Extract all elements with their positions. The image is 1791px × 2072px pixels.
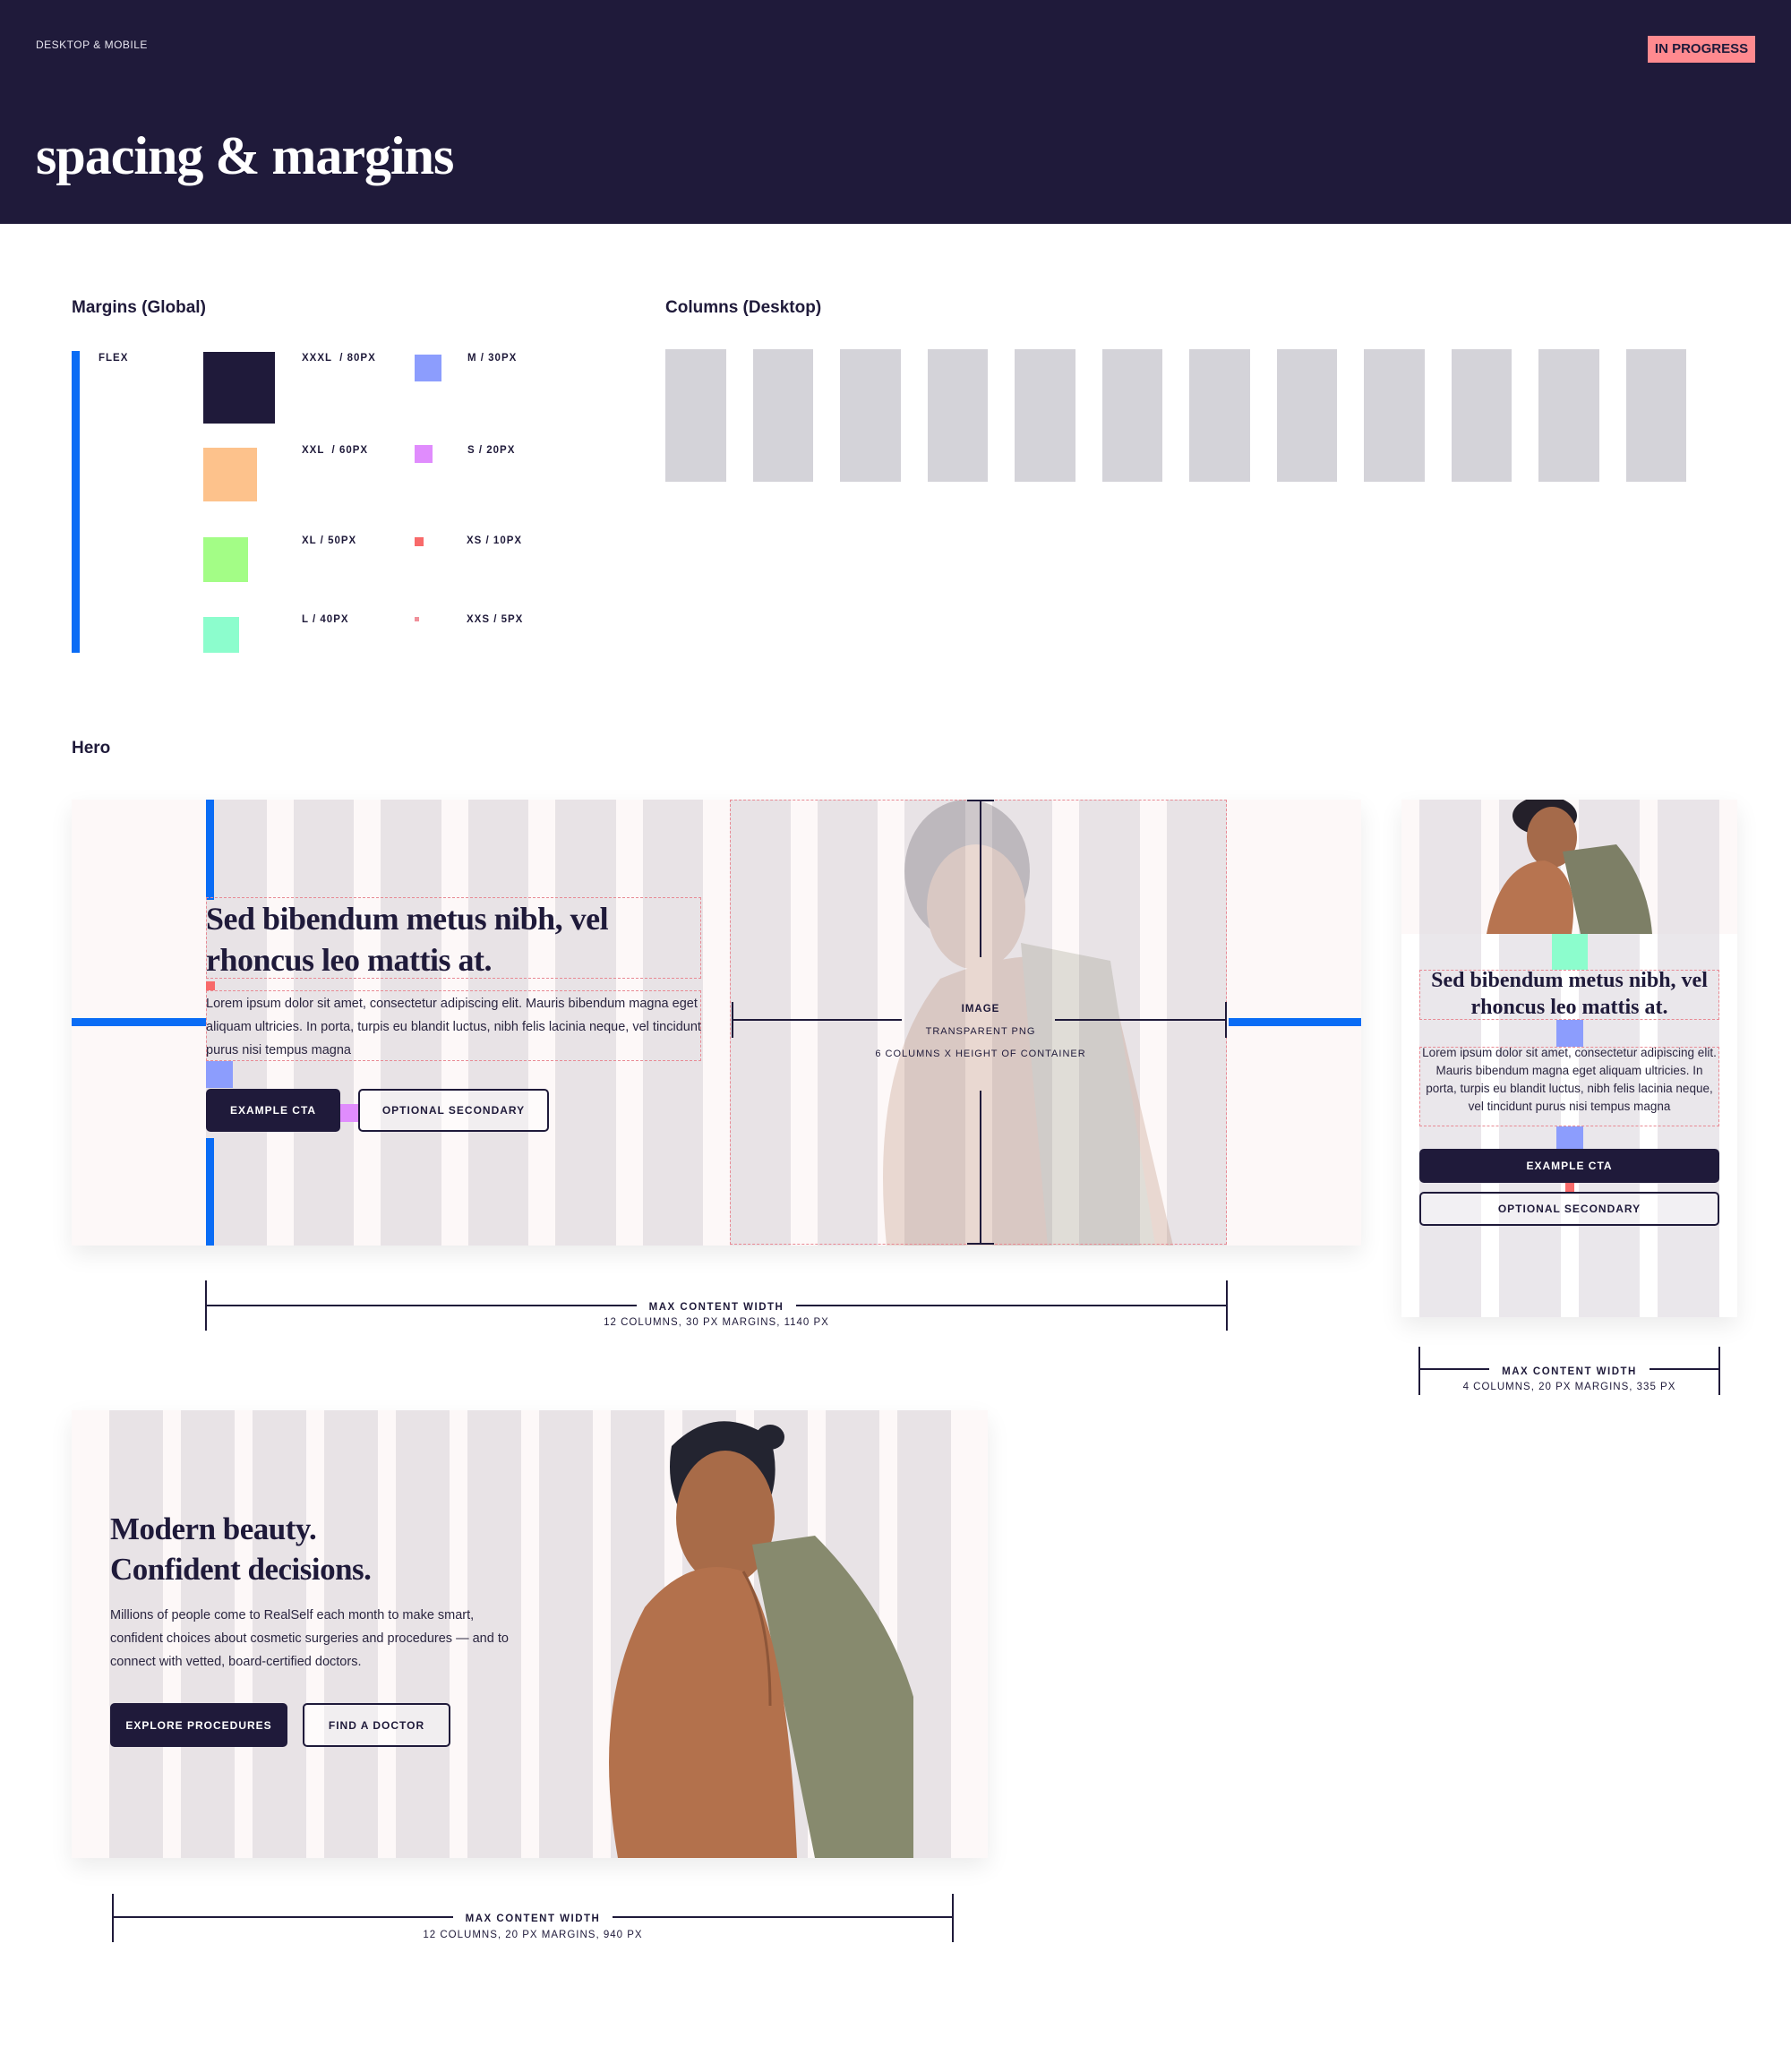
columns-section-title: Columns (Desktop) (665, 298, 822, 317)
spacer-m (206, 1061, 233, 1088)
swatch-7 (415, 617, 419, 621)
grid-column (1276, 349, 1337, 482)
page-header: DESKTOP & MOBILE IN PROGRESS spacing & m… (0, 0, 1791, 224)
image-type: TRANSPARENT PNG (925, 1026, 1036, 1037)
measure-cap-right (1225, 1002, 1227, 1038)
grid-column (1015, 349, 1075, 482)
grid-column (752, 349, 813, 482)
mobile-example-cta-button[interactable]: EXAMPLE CTA (1419, 1149, 1719, 1183)
grid-column (539, 1410, 593, 1858)
eyebrow-label: DESKTOP & MOBILE (36, 39, 148, 51)
desktop-body: Lorem ipsum dolor sit amet, consectetur … (206, 997, 701, 1057)
measure-vertical-bottom (980, 1091, 981, 1245)
swatch-label: L / 40PX (302, 614, 349, 625)
flex-horizontal-left (72, 1018, 206, 1026)
swatch-1 (203, 448, 257, 501)
example-headline-line-1: Modern beauty. (110, 1511, 317, 1546)
mobile-hero-image-woman (1487, 800, 1652, 934)
swatch-0 (203, 352, 275, 424)
flex-horizontal-right (1229, 1018, 1361, 1026)
example-body: Millions of people come to RealSelf each… (110, 1608, 509, 1669)
swatch-label: XXXL / 80PX (302, 353, 376, 364)
example-hero-image-woman (609, 1421, 913, 1858)
flex-vertical-bottom (206, 1138, 214, 1246)
hero-section-title: Hero (72, 739, 111, 758)
grid-column (665, 349, 726, 482)
measure-horizontal-left (732, 1019, 902, 1021)
mobile-body: Lorem ipsum dolor sit amet, consectetur … (1422, 1046, 1717, 1113)
desktop-max-width-measure: MAX CONTENT WIDTH 12 COLUMNS, 30 PX MARG… (205, 1280, 1228, 1331)
spacer-m-2 (1556, 1126, 1583, 1149)
desktop-headline: Sed bibendum metus nibh, vel rhoncus leo… (206, 901, 609, 978)
measure-cap-left (732, 1002, 733, 1038)
image-guide (730, 800, 1227, 1245)
swatch-label: XXS / 5PX (467, 614, 524, 625)
margins-section-title: Margins (Global) (72, 298, 206, 317)
measure-title: MAX CONTENT WIDTH (636, 1302, 797, 1313)
example-max-width-measure: MAX CONTENT WIDTH 12 COLUMNS, 20 PX MARG… (112, 1894, 954, 1942)
explore-procedures-button[interactable]: EXPLORE PROCEDURES (110, 1703, 287, 1747)
measure-title: MAX CONTENT WIDTH (1489, 1366, 1650, 1377)
measure-cap-top (967, 800, 994, 801)
spacer-xs (1565, 1183, 1574, 1192)
swatch-label: S / 20PX (467, 445, 516, 456)
flex-label: FLEX (99, 353, 129, 364)
grid-column (1364, 349, 1425, 482)
swatch-2 (203, 537, 248, 582)
measure-vertical-top (980, 800, 981, 957)
measure-subtitle: 12 COLUMNS, 30 PX MARGINS, 1140 PX (604, 1317, 829, 1328)
measure-cap-bottom (967, 1243, 994, 1245)
spacer-l (1552, 934, 1588, 970)
page-title: spacing & margins (36, 126, 454, 185)
example-cta-button[interactable]: EXAMPLE CTA (206, 1089, 340, 1132)
swatch-3 (203, 617, 239, 653)
image-label: IMAGE (961, 1004, 1000, 1015)
spacer-xs (206, 981, 215, 990)
optional-secondary-button[interactable]: OPTIONAL SECONDARY (358, 1089, 549, 1132)
mobile-max-width-measure: MAX CONTENT WIDTH 4 COLUMNS, 20 PX MARGI… (1418, 1347, 1720, 1395)
spacer-s (340, 1104, 358, 1122)
measure-horizontal-right (1055, 1019, 1225, 1021)
grid-column (1538, 349, 1599, 482)
example-headline-line-2: Confident decisions. (110, 1552, 372, 1587)
measure-subtitle: 4 COLUMNS, 20 PX MARGINS, 335 PX (1462, 1382, 1676, 1392)
grid-column (1189, 349, 1250, 482)
swatch-5 (415, 445, 433, 463)
grid-column (1101, 349, 1162, 482)
swatch-4 (415, 355, 441, 381)
measure-title: MAX CONTENT WIDTH (452, 1914, 613, 1924)
measure-subtitle: 12 COLUMNS, 20 PX MARGINS, 940 PX (423, 1930, 643, 1940)
mobile-hero-frame: Sed bibendum metus nibh, vel rhoncus leo… (1401, 800, 1737, 1317)
example-hero-frame: Modern beauty. Confident decisions. Mill… (72, 1410, 988, 1858)
desktop-hero-frame: Sed bibendum metus nibh, vel rhoncus leo… (72, 800, 1361, 1246)
swatch-label: XXL / 60PX (302, 445, 369, 456)
find-a-doctor-button[interactable]: FIND A DOCTOR (303, 1703, 450, 1747)
spacer-m (1556, 1020, 1583, 1047)
mobile-headline: Sed bibendum metus nibh, vel rhoncus leo… (1431, 969, 1708, 1019)
grid-column (840, 349, 901, 482)
swatch-label: XS / 10PX (467, 535, 523, 546)
grid-column (927, 349, 988, 482)
swatch-label: XL / 50PX (302, 535, 357, 546)
grid-column (1451, 349, 1512, 482)
flex-bar (72, 351, 80, 653)
swatch-6 (415, 537, 424, 546)
swatch-label: M / 30PX (467, 353, 518, 364)
flex-vertical-top (206, 800, 214, 900)
status-badge: IN PROGRESS (1648, 36, 1755, 63)
mobile-optional-secondary-button[interactable]: OPTIONAL SECONDARY (1419, 1192, 1719, 1226)
grid-column (1625, 349, 1686, 482)
image-size: 6 COLUMNS X HEIGHT OF CONTAINER (875, 1049, 1086, 1059)
